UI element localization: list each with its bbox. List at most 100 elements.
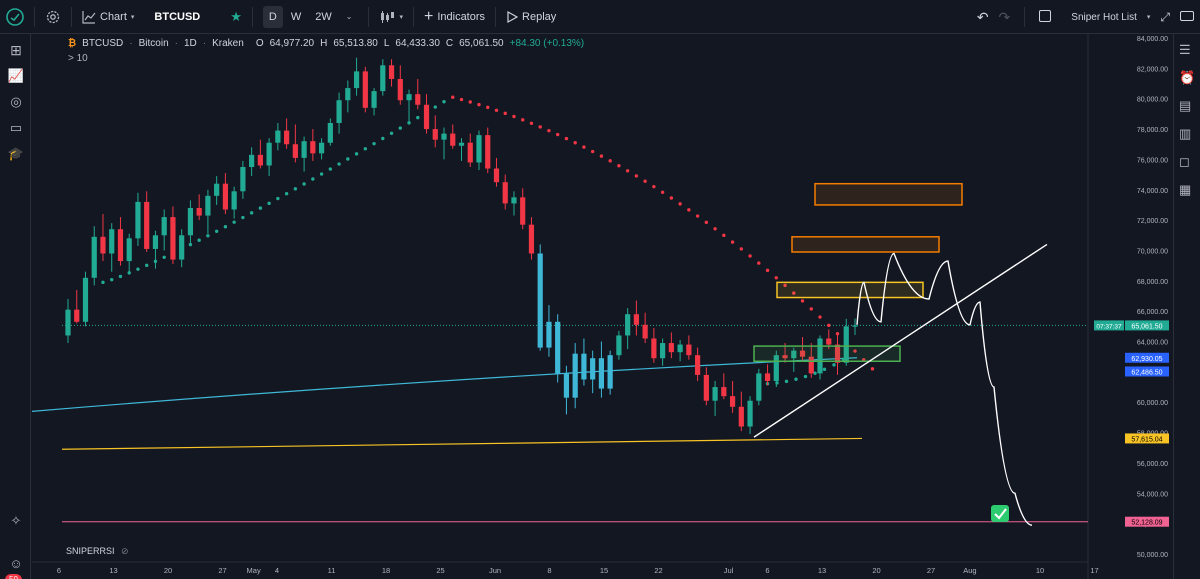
notification-badge[interactable]: 50: [5, 574, 22, 579]
graduation-cap-icon[interactable]: 🎓: [7, 145, 25, 163]
price-label-text: 57,615.04: [1131, 436, 1162, 443]
sar-dot: [206, 234, 210, 238]
target-icon[interactable]: ◎: [7, 93, 25, 111]
candle-body: [397, 78, 403, 101]
chart-line-icon[interactable]: 📈: [7, 67, 25, 85]
candle-body: [511, 197, 517, 204]
fullscreen-button[interactable]: ⤢: [1160, 10, 1170, 25]
sar-dot: [101, 280, 105, 285]
sar-dot: [695, 214, 700, 218]
candle-body: [371, 91, 377, 108]
candle-body: [353, 71, 360, 89]
x-tick-label: May: [247, 566, 261, 575]
x-tick-label: 13: [818, 566, 826, 575]
x-tick-label: 27: [218, 566, 226, 575]
chevron-down-icon: ⌄: [345, 12, 353, 21]
sar-dot: [564, 136, 569, 141]
star-icon: ★: [230, 8, 242, 24]
chart-type-button[interactable]: Chart ▾: [76, 0, 140, 34]
zone-box[interactable]: [776, 281, 924, 299]
sar-dot: [267, 201, 271, 206]
camera-button[interactable]: [1180, 10, 1194, 24]
x-tick-label: Jun: [489, 566, 501, 575]
indicators-button[interactable]: + Indicators: [418, 0, 491, 34]
interval-d[interactable]: D: [262, 5, 283, 28]
zone-box[interactable]: [753, 345, 901, 363]
x-tick-label: 6: [765, 566, 769, 575]
favorite-button[interactable]: ★: [206, 0, 248, 34]
undo-button[interactable]: ↶: [977, 9, 989, 26]
play-icon: [507, 10, 519, 23]
sar-dot: [381, 136, 385, 141]
logo-icon: [6, 7, 24, 26]
data-window-icon[interactable]: ▤: [1179, 98, 1197, 116]
legend-change: +84.30 (+0.13%): [509, 38, 585, 49]
zone-box[interactable]: [791, 236, 940, 253]
y-tick-label: 56,000.00: [1137, 461, 1168, 468]
divider: [251, 6, 253, 27]
x-tick-label: Jul: [724, 566, 734, 575]
candle-body: [117, 229, 124, 262]
legend-interval: 1D: [183, 38, 197, 49]
alert-icon[interactable]: ☺: [7, 554, 25, 572]
replay-button[interactable]: Replay: [500, 0, 562, 34]
sar-dot: [249, 211, 254, 215]
chat-icon[interactable]: ◻: [1179, 154, 1197, 172]
watchlist-icon[interactable]: ☰: [1179, 42, 1197, 60]
candle-body: [91, 236, 97, 278]
alarm-icon[interactable]: ⏰: [1179, 70, 1197, 88]
candle-body: [764, 373, 771, 381]
sar-dot: [818, 315, 822, 319]
sar-dot: [214, 229, 219, 233]
candle-style-button[interactable]: ▾: [373, 0, 409, 34]
sar-dot: [748, 254, 752, 258]
legend-sub[interactable]: > 10: [68, 53, 88, 64]
sar-dot: [284, 192, 289, 196]
zone-box[interactable]: [814, 182, 963, 206]
notes-icon[interactable]: ▦: [1179, 182, 1197, 200]
y-tick-label: 76,000.00: [1137, 157, 1168, 164]
interval-2w[interactable]: 2W: [309, 6, 338, 28]
settings-button[interactable]: [39, 0, 67, 34]
candle-body: [712, 387, 718, 401]
candle-body: [327, 122, 333, 143]
symbol-search[interactable]: BTCUSD: [140, 0, 206, 34]
watchlist-label[interactable]: Sniper Hot List: [1071, 12, 1137, 23]
indicators-label: Indicators: [437, 10, 486, 23]
candle: [555, 314, 561, 383]
hide-icon[interactable]: ⊘: [121, 546, 129, 556]
comment-icon[interactable]: ▭: [7, 119, 25, 137]
star-tool-icon[interactable]: ✧: [7, 512, 25, 530]
candle: [362, 66, 368, 113]
sar-dot: [302, 182, 306, 186]
chart-background: [32, 34, 1173, 579]
sar-dot: [241, 215, 245, 220]
legend-high: 65,513.80: [333, 38, 378, 49]
candle-body: [616, 335, 622, 356]
chart-legend: ₿ BTCUSD · Bitcoin · 1D · Kraken O 64,977…: [68, 38, 584, 49]
interval-w[interactable]: W: [285, 6, 307, 28]
price-chart[interactable]: 84,000.00 82,000.00 80,000.00 78,000.00 76,0…: [32, 34, 1173, 579]
book-icon[interactable]: ▥: [1179, 126, 1197, 144]
redo-button[interactable]: ↷: [999, 9, 1011, 26]
app-logo[interactable]: [0, 0, 30, 34]
candle-body: [572, 353, 578, 398]
sar-dot: [337, 162, 341, 166]
candle-body: [100, 236, 106, 254]
chevron-down-icon: ▾: [399, 13, 403, 21]
undo-icon: ↶: [976, 8, 989, 25]
x-tick-label: 4: [275, 566, 279, 575]
candle-body: [284, 130, 290, 145]
layout-button[interactable]: [1039, 9, 1052, 25]
camera-icon: [1180, 10, 1194, 21]
candle-body: [214, 183, 220, 196]
sar-dot: [713, 227, 717, 231]
interval-dropdown[interactable]: ⌄: [340, 6, 359, 28]
grid-icon[interactable]: ⊞: [7, 41, 25, 59]
candle-body: [467, 142, 473, 163]
expand-icon: ⤢: [1160, 9, 1170, 24]
candle-body: [423, 104, 430, 130]
sar-dot: [503, 111, 507, 116]
candle-body: [633, 314, 639, 325]
redo-icon: ↷: [998, 8, 1011, 25]
